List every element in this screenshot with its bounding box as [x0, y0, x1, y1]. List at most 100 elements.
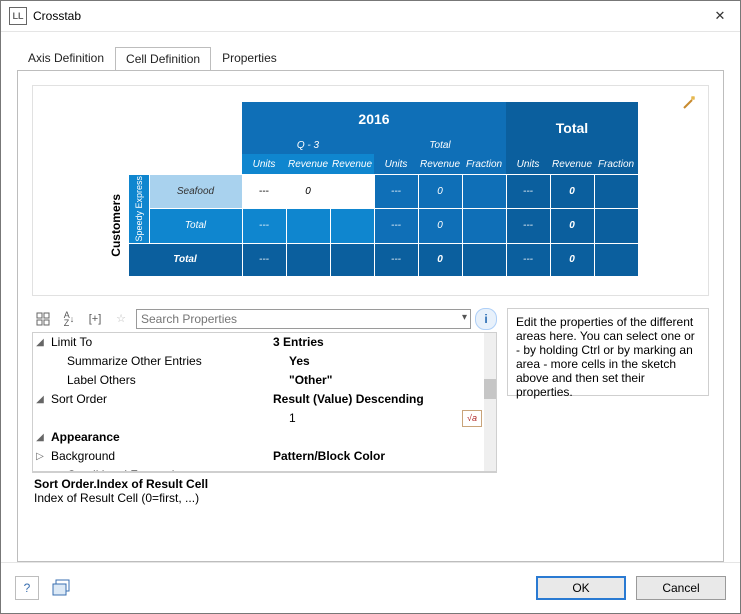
hdr-revenue-2[interactable]: Revenue [330, 154, 374, 175]
cell[interactable]: 0 [418, 175, 462, 209]
scrollbar-thumb[interactable] [484, 379, 496, 399]
expander-icon[interactable]: ▷ [33, 451, 47, 462]
row-axis-title: Customers [105, 194, 127, 257]
prop-value[interactable]: Result (Value) Descending [269, 392, 484, 406]
scrollbar[interactable] [484, 333, 496, 471]
cell[interactable]: --- [242, 243, 286, 276]
row-total-2[interactable]: Total [128, 243, 242, 276]
propgrid-row[interactable]: ◢Sort OrderResult (Value) Descending [33, 390, 484, 409]
cell[interactable] [286, 209, 330, 243]
help-description: Index of Result Cell (0=first, ...) [34, 491, 495, 505]
wand-icon[interactable] [682, 94, 698, 110]
hdr-units-2[interactable]: Units [374, 154, 418, 175]
app-icon: LL [9, 7, 27, 25]
window-title: Crosstab [33, 9, 700, 23]
cell[interactable]: --- [506, 175, 550, 209]
hint-box: Edit the properties of the different are… [507, 308, 709, 396]
prop-value[interactable]: 1√a [285, 410, 484, 427]
tab-cell-definition[interactable]: Cell Definition [115, 47, 211, 71]
search-input[interactable] [136, 309, 471, 329]
property-grid[interactable]: ◢Limit To3 EntriesSummarize Other Entrie… [32, 332, 497, 472]
crosstab-dialog: LL Crosstab ✕ Axis Definition Cell Defin… [0, 0, 741, 614]
cell[interactable]: --- [374, 175, 418, 209]
col-group-total[interactable]: Total [506, 102, 638, 154]
dialog-footer: ? OK Cancel [1, 562, 740, 613]
cell[interactable]: 0 [418, 209, 462, 243]
cell[interactable] [286, 243, 330, 276]
expander-icon[interactable]: ◢ [33, 432, 47, 443]
cell[interactable] [462, 209, 506, 243]
cell[interactable] [330, 243, 374, 276]
windows-icon[interactable] [51, 577, 73, 599]
row-total-1[interactable]: Total [149, 209, 242, 243]
cell[interactable]: --- [374, 209, 418, 243]
hdr-fraction-1[interactable]: Fraction [462, 154, 506, 175]
expander-icon[interactable]: ◢ [33, 337, 47, 348]
hdr-units-1[interactable]: Units [242, 154, 286, 175]
propgrid-row[interactable]: Conditional Formatting<not set> [33, 466, 484, 472]
tab-properties[interactable]: Properties [211, 46, 288, 70]
hdr-fraction-2[interactable]: Fraction [594, 154, 638, 175]
prop-name: Background [47, 449, 269, 463]
prop-value[interactable]: Pattern/Block Color [269, 449, 484, 463]
hdr-revenue-3[interactable]: Revenue [418, 154, 462, 175]
lower-area: AZ↓ [+] ☆ ▾ i ◢Limit To3 EntriesSummariz… [32, 308, 709, 505]
prop-name: Conditional Formatting [47, 468, 285, 472]
crosstab-preview-table[interactable]: 2016 Total Q - 3 Total Units Revenue Rev… [103, 102, 639, 277]
tab-axis-definition[interactable]: Axis Definition [17, 46, 115, 70]
prop-value[interactable]: 3 Entries [269, 335, 484, 349]
prop-name: Appearance [47, 430, 269, 444]
expander-icon[interactable]: ◢ [33, 394, 47, 405]
formula-button[interactable]: √a [462, 410, 482, 427]
info-button[interactable]: i [475, 308, 497, 330]
expand-button[interactable]: [+] [84, 308, 106, 330]
cell[interactable]: --- [374, 243, 418, 276]
alphabetical-button[interactable]: AZ↓ [58, 308, 80, 330]
close-button[interactable]: ✕ [700, 1, 740, 31]
cell[interactable]: --- [506, 209, 550, 243]
propgrid-row[interactable]: Index of Result Cell1√a [33, 409, 484, 428]
cancel-button[interactable]: Cancel [636, 576, 726, 600]
propgrid-row[interactable]: ▷BackgroundPattern/Block Color [33, 447, 484, 466]
row-seafood[interactable]: Seafood [149, 175, 242, 209]
propgrid-row[interactable]: ◢Limit To3 Entries [33, 333, 484, 352]
cell[interactable] [594, 209, 638, 243]
cell[interactable]: --- [242, 209, 286, 243]
tab-bar: Axis Definition Cell Definition Properti… [1, 32, 740, 70]
cell[interactable] [330, 175, 374, 209]
prop-value[interactable]: Yes [285, 354, 484, 368]
ok-button[interactable]: OK [536, 576, 626, 600]
cell[interactable] [594, 175, 638, 209]
propgrid-help: Sort Order.Index of Result Cell Index of… [32, 472, 497, 505]
propgrid-row[interactable]: Summarize Other EntriesYes [33, 352, 484, 371]
prop-value[interactable]: <not set> [285, 468, 484, 472]
propgrid-row[interactable]: ◢Appearance [33, 428, 484, 447]
subhead-q[interactable]: Q - 3 [242, 136, 374, 154]
prop-value[interactable]: "Other" [285, 373, 484, 387]
hdr-units-3[interactable]: Units [506, 154, 550, 175]
prop-name: Sort Order [47, 392, 269, 406]
col-group-year[interactable]: 2016 [242, 102, 506, 136]
cell[interactable]: 0 [550, 209, 594, 243]
cell[interactable] [462, 175, 506, 209]
prop-name: Index of Result Cell [47, 411, 285, 425]
subhead-total[interactable]: Total [374, 136, 506, 154]
hdr-revenue-4[interactable]: Revenue [550, 154, 594, 175]
cell[interactable] [462, 243, 506, 276]
cell[interactable] [594, 243, 638, 276]
categorized-button[interactable] [32, 308, 54, 330]
cell[interactable]: 0 [550, 175, 594, 209]
hdr-revenue-1[interactable]: Revenue [286, 154, 330, 175]
cell[interactable]: --- [506, 243, 550, 276]
cell[interactable] [330, 209, 374, 243]
prop-name: Limit To [47, 335, 269, 349]
cell[interactable]: 0 [418, 243, 462, 276]
help-button[interactable]: ? [15, 576, 39, 600]
propgrid-row[interactable]: Label Others"Other" [33, 371, 484, 390]
cell[interactable]: 0 [286, 175, 330, 209]
cell[interactable]: --- [242, 175, 286, 209]
crosstab-sketch[interactable]: 2016 Total Q - 3 Total Units Revenue Rev… [32, 85, 709, 296]
favorite-button[interactable]: ☆ [110, 308, 132, 330]
row-side-col[interactable]: Speedy Express [128, 175, 149, 244]
cell[interactable]: 0 [550, 243, 594, 276]
